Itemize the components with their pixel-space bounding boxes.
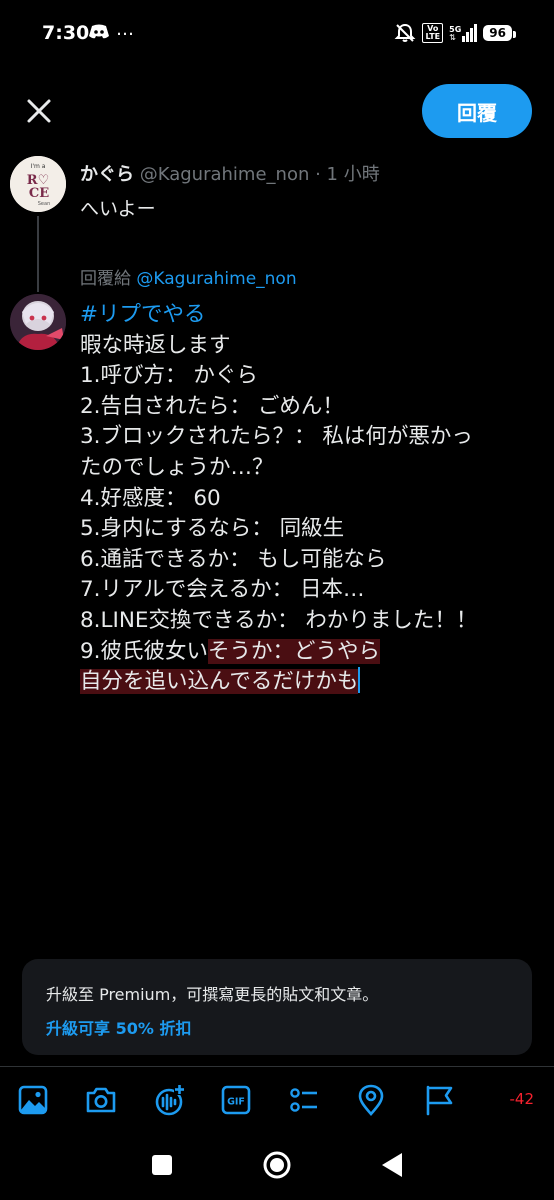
- toolbar-divider: [0, 1066, 554, 1067]
- close-icon[interactable]: [20, 92, 58, 130]
- compose-line: 暇な時返します: [80, 332, 231, 358]
- replying-to-handle[interactable]: @Kagurahime_non: [136, 269, 296, 289]
- text-caret: [358, 667, 361, 694]
- premium-upsell-card[interactable]: 升級至 Premium，可撰寫更長的貼文和文章。 升級可享 50% 折扣: [22, 959, 532, 1055]
- character-counter: -42: [509, 1090, 535, 1108]
- poll-icon[interactable]: [287, 1083, 321, 1117]
- compose-line: 3.ブロックされたら？： 私は何が悪かっ: [80, 424, 473, 450]
- compose-line: 7.リアルで会えるか： 日本…: [80, 577, 365, 603]
- mute-bell-icon: [395, 23, 416, 42]
- thread-line: [37, 216, 39, 292]
- over-limit-text: 自分を追い込んでるだけかも: [80, 669, 359, 695]
- recent-apps-button[interactable]: [152, 1155, 172, 1175]
- over-limit-text: そうか：どうやら: [208, 638, 381, 664]
- compose-line: 自分を追い込んでるだけかも: [80, 667, 540, 698]
- compose-line: 9.彼氏彼女いそうか：どうやら: [80, 637, 540, 668]
- compose-line: 4.好感度： 60: [80, 485, 221, 511]
- author-name[interactable]: かぐら: [80, 164, 134, 185]
- flag-icon[interactable]: [422, 1083, 456, 1117]
- discord-icon: [89, 24, 109, 39]
- premium-discount-link[interactable]: 升級可享 50% 折扣: [46, 1015, 191, 1039]
- reply-button[interactable]: 回覆: [422, 84, 532, 138]
- compose-line: 1.呼び方： かぐら: [80, 363, 258, 389]
- compose-line: 5.身内にするなら： 同級生: [80, 516, 345, 542]
- volte-badge: Vo LTE: [422, 23, 444, 43]
- signal-icon: 5G ⇅: [449, 24, 478, 42]
- compose-line: 6.通話できるか： もし可能なら: [80, 546, 387, 572]
- home-button[interactable]: [262, 1150, 292, 1180]
- image-icon[interactable]: [16, 1083, 50, 1117]
- svg-text:CE: CE: [29, 186, 49, 201]
- premium-text: 升級至 Premium，可撰寫更長的貼文和文章。: [46, 985, 379, 1004]
- compose-line: たのでしょうか…？: [80, 454, 274, 480]
- avatar[interactable]: I'm a R♡ CE Sean: [10, 156, 66, 212]
- location-icon[interactable]: [354, 1083, 388, 1117]
- gif-icon[interactable]: GIF: [219, 1083, 253, 1117]
- svg-text:Sean: Sean: [38, 201, 50, 207]
- tweet-header: かぐら @Kagurahime_non · 1 小時: [80, 160, 380, 186]
- tweet-text: へいよー: [80, 198, 156, 220]
- svg-text:GIF: GIF: [227, 1097, 245, 1108]
- user-avatar[interactable]: [10, 294, 66, 350]
- author-handle-time: @Kagurahime_non · 1 小時: [139, 164, 380, 185]
- user-avatar-image: [10, 294, 66, 350]
- camera-icon[interactable]: [84, 1083, 118, 1117]
- battery-indicator: 96: [483, 25, 516, 41]
- voice-icon[interactable]: [152, 1083, 186, 1117]
- status-icons: Vo LTE 5G ⇅ 96: [394, 22, 516, 44]
- avatar-image: I'm a R♡ CE Sean: [10, 156, 66, 212]
- replying-to-prefix: 回覆給: [80, 269, 137, 289]
- replying-to: 回覆給 @Kagurahime_non: [80, 264, 297, 289]
- hashtag[interactable]: #リプでやる: [80, 300, 540, 331]
- compose-text: 9.彼氏彼女い: [80, 638, 209, 664]
- compose-line: 2.告白されたら： ごめん！: [80, 393, 344, 419]
- compose-line: 8.LINE交換できるか： わかりました！！: [80, 607, 478, 633]
- more-notifications-icon: …: [116, 19, 135, 40]
- svg-text:I'm a: I'm a: [31, 163, 46, 170]
- compose-textarea[interactable]: #リプでやる 暇な時返します 1.呼び方： かぐら 2.告白されたら： ごめん！…: [80, 300, 540, 698]
- back-button[interactable]: [380, 1151, 404, 1179]
- status-time: 7:30: [42, 22, 90, 44]
